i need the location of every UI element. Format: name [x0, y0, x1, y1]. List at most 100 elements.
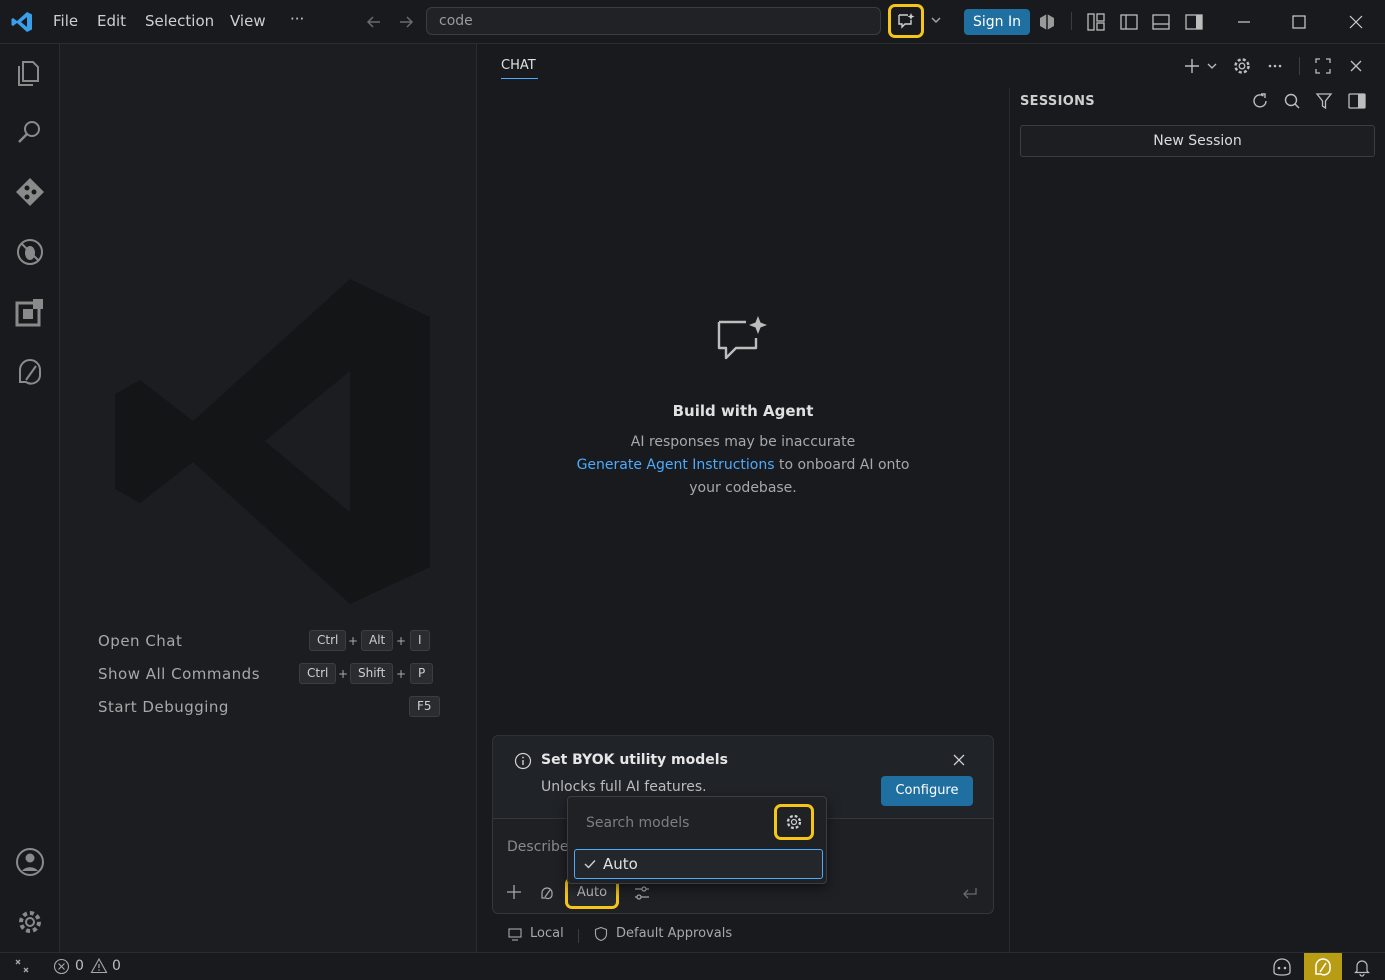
copilot-agent-icon[interactable] [1271, 957, 1293, 977]
customize-layout-icon[interactable] [1086, 12, 1106, 32]
close-notice-icon[interactable] [951, 752, 967, 768]
shortcut-start-debugging-label: Start Debugging [98, 698, 229, 716]
toggle-primary-sidebar-icon[interactable] [1119, 12, 1139, 32]
send-enter-icon[interactable] [961, 885, 979, 901]
tools-sliders-icon[interactable] [633, 884, 651, 902]
back-arrow-icon[interactable] [364, 12, 384, 32]
model-option-label: Auto [603, 855, 638, 873]
vscode-watermark-icon [115, 279, 435, 604]
editor-area: Open Chat Ctrl + Alt + I Show All Comman… [60, 44, 477, 952]
menu-selection[interactable]: Selection [145, 12, 214, 30]
model-picker-popup: Search models Auto [567, 796, 827, 884]
local-monitor-icon[interactable] [507, 926, 523, 942]
empty-state-instructions: Generate Agent Instructions to onboard A… [477, 457, 1009, 473]
errors-count[interactable]: 0 [75, 958, 84, 974]
refresh-icon[interactable] [1250, 91, 1270, 111]
chat-dropdown-chevron-icon[interactable] [929, 13, 943, 27]
sign-in-button[interactable]: Sign In [964, 9, 1030, 35]
run-debug-icon[interactable] [12, 234, 48, 270]
generate-agent-instructions-link[interactable]: Generate Agent Instructions [577, 457, 775, 473]
menu-edit[interactable]: Edit [97, 12, 126, 30]
new-session-button[interactable]: New Session [1020, 125, 1375, 157]
source-control-icon[interactable] [12, 174, 48, 210]
key-plus: + [396, 667, 407, 681]
maximize-icon[interactable] [1289, 12, 1309, 32]
copilot-icon[interactable] [12, 354, 48, 390]
chat-sparkle-icon [896, 11, 916, 31]
info-icon [514, 752, 532, 770]
account-icon[interactable] [12, 844, 48, 880]
key-ctrl: Ctrl [309, 630, 347, 651]
command-center-text: code [439, 13, 473, 29]
footer-divider [578, 929, 579, 943]
toggle-sessions-sidebar-icon[interactable] [1347, 91, 1367, 111]
menu-file[interactable]: File [53, 12, 78, 30]
new-chat-chevron-icon[interactable] [1206, 60, 1218, 72]
titlebar-divider [1071, 12, 1072, 30]
model-option-auto[interactable]: Auto [574, 849, 823, 879]
search-icon[interactable] [12, 114, 48, 150]
notifications-bell-icon[interactable] [1353, 957, 1371, 977]
add-context-plus-icon[interactable] [505, 883, 523, 901]
session-location-label[interactable]: Local [530, 926, 564, 941]
warnings-icon[interactable] [90, 957, 108, 975]
key-alt: Alt [361, 630, 394, 651]
forward-arrow-icon[interactable] [396, 12, 416, 32]
agent-mode-icon[interactable] [539, 885, 555, 901]
chat-toolbar-divider [1299, 57, 1300, 75]
status-bar: 0 0 [0, 952, 1385, 980]
copilot-status-highlight[interactable] [1304, 953, 1342, 980]
chat-more-actions-icon[interactable] [1265, 56, 1285, 76]
chat-panel: CHAT Build with Agent AI responses may b… [477, 44, 1362, 952]
manage-models-gear-icon [785, 813, 803, 831]
check-icon [583, 857, 597, 871]
activity-bar [0, 44, 60, 952]
configure-button[interactable]: Configure [881, 776, 973, 806]
key-shift: Shift [350, 663, 394, 684]
filter-icon[interactable] [1314, 91, 1334, 111]
tab-chat[interactable]: CHAT [501, 58, 536, 73]
key-plus: + [348, 634, 359, 648]
key-plus: + [396, 634, 407, 648]
extensions-icon[interactable] [12, 294, 48, 330]
sessions-title: SESSIONS [1020, 94, 1095, 109]
explorer-icon[interactable] [12, 54, 48, 90]
close-window-icon[interactable] [1346, 12, 1366, 32]
close-chat-icon[interactable] [1346, 56, 1366, 76]
key-ctrl: Ctrl [299, 663, 337, 684]
notice-subtitle: Unlocks full AI features. [541, 779, 707, 795]
manage-gear-icon[interactable] [12, 904, 48, 940]
menu-more[interactable]: ··· [290, 10, 304, 28]
search-sessions-icon[interactable] [1282, 91, 1302, 111]
shortcut-open-chat-label: Open Chat [98, 632, 183, 650]
chat-input-placeholder[interactable]: Describe [507, 839, 569, 855]
chat-toggle-button[interactable] [888, 4, 924, 38]
key-p: P [410, 663, 434, 684]
new-chat-plus-icon[interactable] [1182, 56, 1202, 76]
manage-models-button[interactable] [774, 804, 814, 840]
maximize-chat-icon[interactable] [1313, 56, 1333, 76]
shield-icon[interactable] [594, 926, 608, 942]
command-center-search[interactable]: code [426, 7, 881, 35]
copilot-status-icon[interactable] [1037, 12, 1057, 32]
key-plus: + [338, 667, 349, 681]
warnings-count[interactable]: 0 [112, 958, 121, 974]
minimize-icon[interactable] [1234, 12, 1254, 32]
chat-settings-gear-icon[interactable] [1232, 56, 1252, 76]
title-bar: File Edit Selection View ··· code Sign I… [0, 0, 1385, 44]
approvals-label[interactable]: Default Approvals [616, 926, 732, 941]
key-f5: F5 [409, 696, 440, 717]
empty-state-disclaimer: AI responses may be inaccurate [630, 434, 856, 450]
copilot-status-bar-icon [1314, 957, 1332, 977]
notice-title: Set BYOK utility models [541, 752, 728, 768]
toggle-secondary-sidebar-icon[interactable] [1184, 12, 1204, 32]
menu-view[interactable]: View [230, 12, 266, 30]
model-search-input[interactable]: Search models [586, 815, 689, 831]
empty-state-title: Build with Agent [672, 402, 814, 420]
empty-state-instructions-rest: to onboard AI onto [774, 457, 910, 473]
remote-indicator-icon[interactable] [13, 957, 31, 975]
tab-chat-underline [501, 78, 538, 79]
toggle-panel-icon[interactable] [1151, 12, 1171, 32]
shortcut-show-commands-label: Show All Commands [98, 665, 261, 683]
errors-icon[interactable] [53, 958, 70, 975]
